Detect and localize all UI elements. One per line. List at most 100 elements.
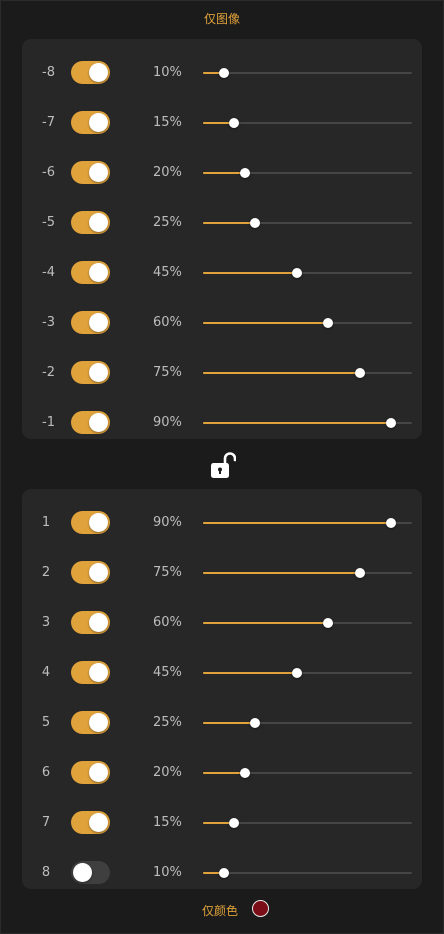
toggle-knob	[89, 513, 108, 532]
slider-fill	[203, 622, 328, 624]
slider-thumb[interactable]	[292, 268, 302, 278]
opacity-slider[interactable]	[203, 417, 412, 429]
frame-toggle[interactable]	[71, 261, 110, 284]
frame-toggle[interactable]	[71, 611, 110, 634]
frame-toggle[interactable]	[71, 361, 110, 384]
frame-toggle[interactable]	[71, 661, 110, 684]
slider-thumb[interactable]	[355, 568, 365, 578]
unlock-icon	[211, 452, 237, 478]
onion-frame-row: 2 75%	[22, 558, 422, 588]
slider-fill	[203, 172, 245, 174]
toggle-knob	[89, 563, 108, 582]
frame-offset-label: 3	[41, 615, 51, 630]
before-frames-panel: -8 10% -7 15% -6 20% -5 25% -4 45% -3 60% -2 75% -1 90%	[22, 39, 422, 439]
opacity-slider[interactable]	[203, 217, 412, 229]
frame-toggle[interactable]	[71, 61, 110, 84]
onion-frame-row: 1 90%	[22, 508, 422, 538]
slider-fill	[203, 372, 360, 374]
frame-toggle[interactable]	[71, 761, 110, 784]
opacity-percent-label: 75%	[153, 565, 182, 580]
toggle-knob	[89, 413, 108, 432]
frame-toggle[interactable]	[71, 111, 110, 134]
slider-thumb[interactable]	[250, 218, 260, 228]
onion-frame-row: -4 45%	[22, 258, 422, 288]
slider-fill	[203, 572, 360, 574]
opacity-percent-label: 90%	[153, 515, 182, 530]
slider-thumb[interactable]	[219, 868, 229, 878]
slider-thumb[interactable]	[386, 418, 396, 428]
toggle-knob	[89, 63, 108, 82]
opacity-percent-label: 75%	[153, 365, 182, 380]
slider-fill	[203, 672, 297, 674]
color-swatch[interactable]	[252, 900, 269, 917]
frame-toggle[interactable]	[71, 411, 110, 434]
slider-thumb[interactable]	[229, 818, 239, 828]
link-lock-button[interactable]	[208, 450, 237, 480]
onion-frame-row: 7 15%	[22, 808, 422, 838]
toggle-knob	[89, 163, 108, 182]
opacity-slider[interactable]	[203, 167, 412, 179]
opacity-percent-label: 20%	[153, 765, 182, 780]
toggle-knob	[89, 213, 108, 232]
slider-fill	[203, 322, 328, 324]
opacity-percent-label: 10%	[153, 865, 182, 880]
opacity-slider[interactable]	[203, 567, 412, 579]
opacity-slider[interactable]	[203, 717, 412, 729]
opacity-slider[interactable]	[203, 67, 412, 79]
opacity-slider[interactable]	[203, 267, 412, 279]
slider-thumb[interactable]	[323, 618, 333, 628]
toggle-knob	[89, 813, 108, 832]
slider-thumb[interactable]	[292, 668, 302, 678]
onion-frame-row: -5 25%	[22, 208, 422, 238]
frame-toggle[interactable]	[71, 211, 110, 234]
opacity-percent-label: 60%	[153, 315, 182, 330]
frame-offset-label: 2	[41, 565, 51, 580]
slider-fill	[203, 722, 255, 724]
slider-thumb[interactable]	[386, 518, 396, 528]
opacity-percent-label: 45%	[153, 265, 182, 280]
frame-toggle[interactable]	[71, 561, 110, 584]
opacity-slider[interactable]	[203, 117, 412, 129]
frame-offset-label: -1	[42, 415, 55, 430]
opacity-slider[interactable]	[203, 867, 412, 879]
onion-frame-row: 6 20%	[22, 758, 422, 788]
onion-frame-row: -6 20%	[22, 158, 422, 188]
onion-frame-row: 8 10%	[22, 858, 422, 888]
frame-offset-label: -4	[42, 265, 55, 280]
opacity-slider[interactable]	[203, 817, 412, 829]
frame-toggle[interactable]	[71, 511, 110, 534]
slider-thumb[interactable]	[250, 718, 260, 728]
opacity-slider[interactable]	[203, 767, 412, 779]
slider-thumb[interactable]	[229, 118, 239, 128]
frame-toggle[interactable]	[71, 311, 110, 334]
frame-offset-label: 4	[41, 665, 51, 680]
opacity-percent-label: 90%	[153, 415, 182, 430]
opacity-slider[interactable]	[203, 367, 412, 379]
frame-offset-label: 6	[41, 765, 51, 780]
slider-track	[203, 872, 412, 874]
slider-thumb[interactable]	[323, 318, 333, 328]
frame-offset-label: -5	[42, 215, 55, 230]
onion-frame-row: -1 90%	[22, 408, 422, 438]
onion-frame-row: -8 10%	[22, 58, 422, 88]
frame-offset-label: -8	[42, 65, 55, 80]
frame-toggle[interactable]	[71, 811, 110, 834]
opacity-slider[interactable]	[203, 617, 412, 629]
slider-thumb[interactable]	[240, 168, 250, 178]
frame-offset-label: -6	[42, 165, 55, 180]
frame-toggle[interactable]	[71, 711, 110, 734]
frame-toggle[interactable]	[71, 161, 110, 184]
slider-thumb[interactable]	[240, 768, 250, 778]
opacity-slider[interactable]	[203, 317, 412, 329]
slider-thumb[interactable]	[355, 368, 365, 378]
after-frames-panel: 1 90% 2 75% 3 60% 4 45% 5 25% 6 20% 7 15% 8 10%	[22, 489, 422, 889]
toggle-knob	[89, 713, 108, 732]
color-only-label: 仅颜色	[202, 904, 239, 918]
opacity-slider[interactable]	[203, 517, 412, 529]
slider-track	[203, 72, 412, 74]
frame-offset-label: 8	[41, 865, 51, 880]
frame-toggle[interactable]	[71, 861, 110, 884]
slider-thumb[interactable]	[219, 68, 229, 78]
opacity-slider[interactable]	[203, 667, 412, 679]
toggle-knob	[89, 263, 108, 282]
